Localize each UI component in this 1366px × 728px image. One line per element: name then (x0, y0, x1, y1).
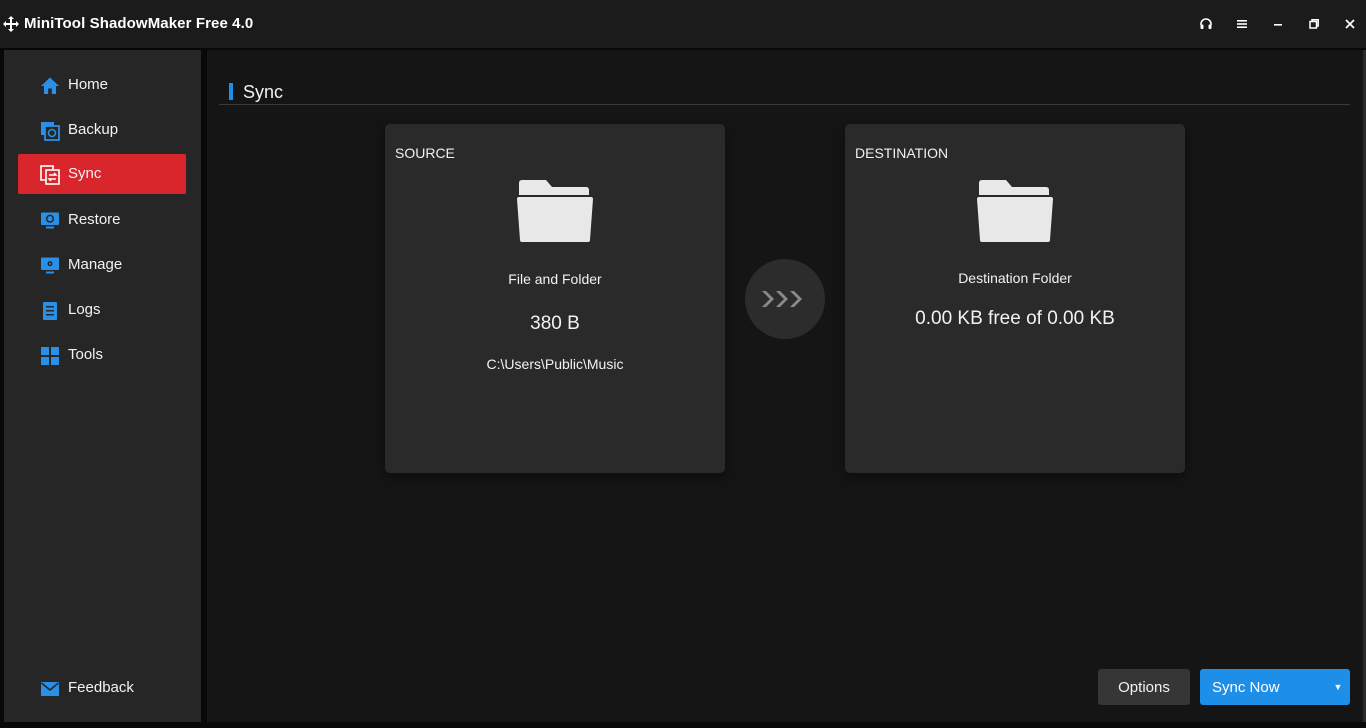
sidebar-item-label: Restore (68, 211, 121, 228)
sidebar-item-manage[interactable]: Manage (18, 245, 186, 285)
sidebar-item-label: Home (68, 76, 109, 93)
restore-icon[interactable] (1304, 14, 1324, 34)
menu-icon[interactable] (1232, 14, 1252, 34)
main-panel (207, 50, 1363, 722)
folder-icon (517, 180, 593, 242)
title-bar: MiniTool ShadowMaker Free 4.0 (0, 0, 1366, 48)
source-heading: SOURCE (395, 145, 455, 161)
manage-icon (41, 257, 59, 274)
options-button[interactable]: Options (1098, 669, 1190, 705)
sidebar-item-label: Backup (68, 121, 119, 138)
folder-icon (977, 180, 1053, 242)
home-icon (41, 77, 59, 94)
triple-chevron-icon (762, 291, 802, 307)
sync-direction-indicator (745, 259, 825, 339)
destination-space: 0.00 KB free of 0.00 KB (915, 308, 1115, 329)
sidebar-item-feedback[interactable]: Feedback (18, 668, 186, 708)
source-type: File and Folder (508, 271, 602, 287)
mail-icon (40, 682, 60, 696)
source-path: C:\Users\Public\Music (486, 356, 624, 372)
restore-icon (41, 212, 59, 229)
sidebar-item-label: Manage (68, 256, 123, 273)
destination-type: Destination Folder (958, 270, 1072, 286)
sidebar-item-label: Logs (68, 301, 101, 318)
sidebar-item-label: Feedback (68, 679, 134, 696)
source-card[interactable]: SOURCE File and Folder 380 B C:\Users\Pu… (385, 124, 725, 473)
sidebar-item-backup[interactable]: Backup (18, 110, 186, 150)
destination-heading: DESTINATION (855, 145, 949, 161)
sidebar-item-label: Tools (68, 346, 104, 363)
sidebar-item-restore[interactable]: Restore (18, 200, 186, 240)
minimize-icon[interactable] (1268, 14, 1288, 34)
sidebar-item-sync[interactable]: Sync (18, 154, 186, 194)
logs-icon (43, 302, 57, 320)
sync-now-label: Sync Now (1212, 679, 1280, 696)
sidebar-item-home[interactable]: Home (18, 65, 186, 105)
sync-now-button[interactable]: Sync Now ▼ (1200, 669, 1350, 705)
tools-icon (41, 347, 59, 365)
close-icon[interactable] (1340, 14, 1360, 34)
app-title: MiniTool ShadowMaker Free 4.0 (24, 15, 254, 32)
source-size: 380 B (530, 313, 580, 334)
destination-card[interactable]: DESTINATION Destination Folder 0.00 KB f… (845, 124, 1185, 473)
page-title: Sync (243, 82, 284, 102)
divider (219, 104, 1350, 105)
backup-icon (41, 122, 60, 141)
headphones-icon[interactable] (1196, 14, 1216, 34)
dropdown-caret-icon[interactable]: ▼ (1330, 679, 1346, 695)
section-accent-bar (229, 83, 233, 100)
sidebar-item-label: Sync (68, 165, 102, 182)
sidebar-item-logs[interactable]: Logs (18, 290, 186, 330)
sync-icon (40, 165, 60, 185)
app-logo-icon (3, 16, 19, 32)
sidebar-item-tools[interactable]: Tools (18, 335, 186, 375)
sidebar: Home Backup Sync Restore Manage Logs Too… (4, 50, 201, 722)
